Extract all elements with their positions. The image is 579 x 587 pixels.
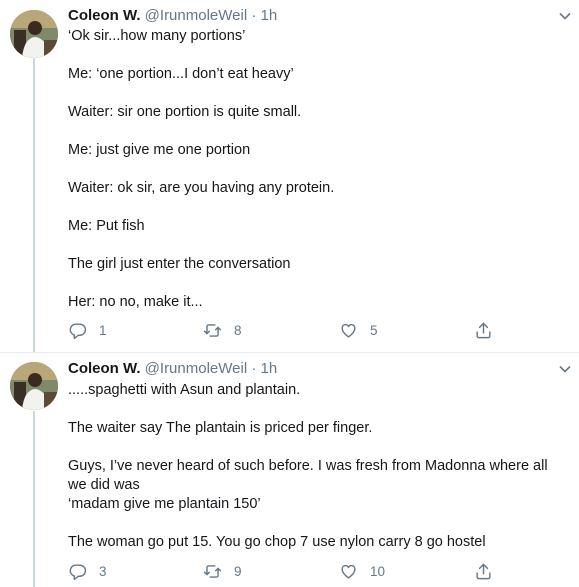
like-button[interactable]: 5 [339,319,378,341]
tweet-text: .....spaghetti with Asun and plantain. T… [68,381,573,552]
like-count: 10 [370,563,386,579]
tweet-text: ‘Ok sir...how many portions’ Me: ‘one po… [68,27,573,312]
avatar-image [10,362,58,410]
tweet-line: Me: just give me one portion [68,142,251,158]
tweet-header: Coleon W. @IrunmoleWeil · 1h [68,360,277,378]
retweet-button[interactable]: 8 [203,319,242,341]
reply-icon [69,322,87,339]
avatar-image [10,10,58,58]
author-handle[interactable]: @IrunmoleWeil [145,7,247,24]
tweet-line: The girl just enter the conversation [68,256,291,272]
tweet-time[interactable]: 1h [261,360,278,377]
heart-icon [341,564,356,579]
retweet-icon [203,564,222,578]
tweet-time[interactable]: 1h [261,7,278,24]
avatar[interactable] [10,362,58,410]
tweet-line: Me: ‘one portion...I don’t eat heavy’ [68,66,294,82]
tweet-line: .....spaghetti with Asun and plantain. [68,382,301,398]
tweet-1[interactable]: Coleon W. @IrunmoleWeil · 1h ‘Ok sir...h… [0,0,579,352]
tweet-line: The waiter say The plantain is priced pe… [68,420,373,436]
like-count: 5 [370,322,378,338]
tweet-actions: 3 9 10 [68,560,568,582]
tweet-header: Coleon W. @IrunmoleWeil · 1h [68,7,277,25]
tweet-2[interactable]: Coleon W. @IrunmoleWeil · 1h .....spaghe… [0,353,579,587]
retweet-count: 8 [234,322,242,338]
tweet-line: The woman go put 15. You go chop 7 use n… [68,534,486,550]
chevron-down-icon[interactable] [558,9,572,23]
tweet-line: ‘madam give me plantain 150’ [68,496,261,512]
share-button[interactable] [474,560,493,582]
retweet-button[interactable]: 9 [203,560,242,582]
thread-line [33,411,35,587]
share-button[interactable] [474,319,493,341]
tweet-line: Guys, I’ve never heard of such before. I… [68,458,548,474]
reply-count: 3 [99,563,107,579]
chevron-down-icon[interactable] [558,362,572,376]
tweet-line: Waiter: sir one portion is quite small. [68,104,302,120]
retweet-icon [203,323,222,337]
heart-icon [341,323,356,338]
tweet-line: Her: no no, make it... [68,294,203,310]
share-icon [476,563,491,579]
tweet-line: Waiter: ok sir, are you having any prote… [68,180,335,196]
author-name[interactable]: Coleon W. [68,360,141,377]
tweet-line: we did was [68,477,140,493]
reply-button[interactable]: 1 [68,319,107,341]
avatar[interactable] [10,10,58,58]
author-name[interactable]: Coleon W. [68,7,141,24]
reply-button[interactable]: 3 [68,560,107,582]
reply-count: 1 [99,322,107,338]
tweet-actions: 1 8 5 [68,319,568,341]
share-icon [476,322,491,338]
tweet-line: Me: Put fish [68,218,145,234]
separator-dot: · [251,360,257,377]
retweet-count: 9 [234,563,242,579]
thread-line [33,58,35,352]
separator-dot: · [251,7,257,24]
author-handle[interactable]: @IrunmoleWeil [145,360,247,377]
reply-icon [69,563,87,580]
like-button[interactable]: 10 [339,560,385,582]
tweet-line: ‘Ok sir...how many portions’ [68,28,246,44]
